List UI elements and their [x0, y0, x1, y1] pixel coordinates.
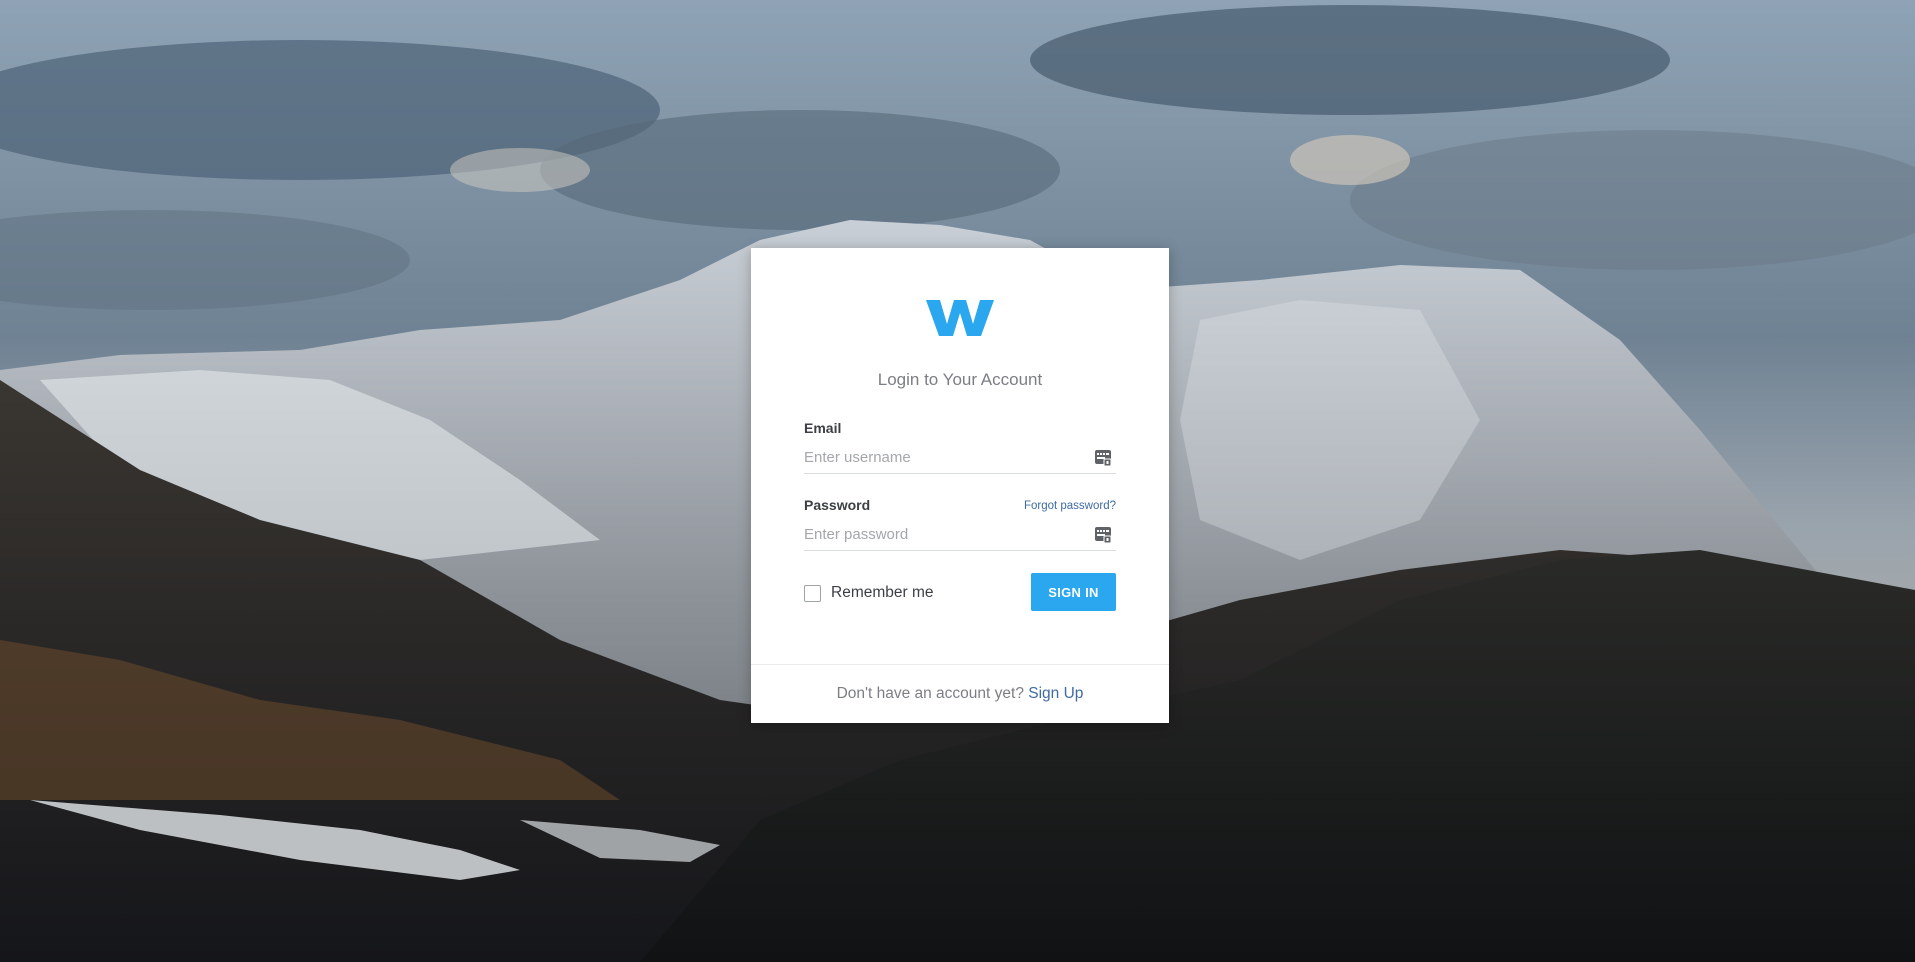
card-divider — [751, 664, 1169, 665]
signup-prompt-text: Don't have an account yet? — [836, 685, 1024, 702]
signup-prompt: Don't have an account yet? Sign Up — [751, 685, 1169, 703]
remember-me-option[interactable]: Remember me — [804, 582, 934, 604]
password-input[interactable] — [804, 520, 1074, 548]
sign-up-link[interactable]: Sign Up — [1028, 685, 1083, 702]
w-logo-icon — [926, 300, 994, 336]
login-card: Login to Your Account Email Password For… — [751, 248, 1169, 723]
keyboard-icon[interactable] — [1094, 449, 1112, 467]
email-input[interactable] — [804, 443, 1074, 471]
keyboard-icon[interactable] — [1094, 526, 1112, 544]
email-label: Email — [804, 420, 842, 436]
forgot-password-link[interactable]: Forgot password? — [1024, 500, 1116, 512]
password-field-wrapper — [804, 520, 1116, 551]
email-field-wrapper — [804, 443, 1116, 474]
sign-in-button[interactable]: SIGN IN — [1031, 573, 1116, 611]
remember-me-label: Remember me — [831, 584, 934, 601]
remember-me-checkbox[interactable] — [804, 584, 821, 602]
login-title: Login to Your Account — [877, 370, 1043, 389]
password-label: Password — [804, 497, 871, 513]
